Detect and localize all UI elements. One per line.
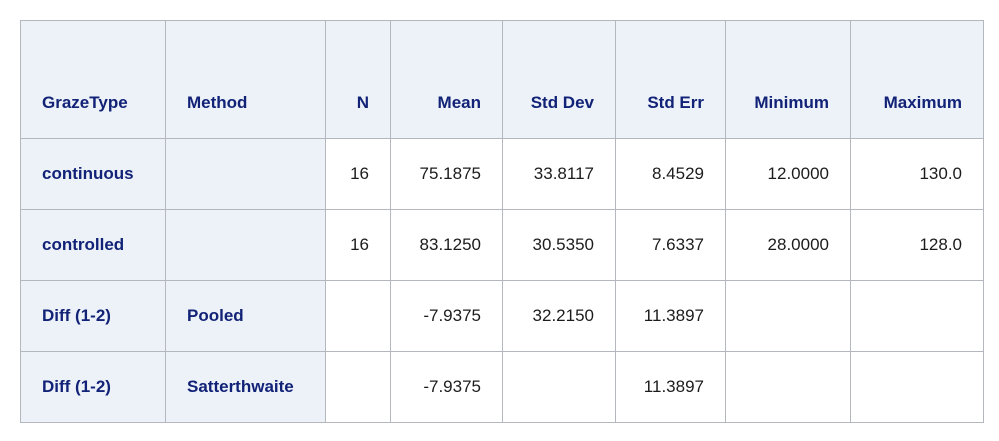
col-header-minimum: Minimum bbox=[725, 20, 851, 139]
cell-n bbox=[325, 280, 391, 352]
cell-maximum: 128.0 bbox=[850, 209, 984, 281]
table-row: Diff (1-2) Satterthwaite -7.9375 11.3897 bbox=[20, 351, 984, 423]
table-row: continuous 16 75.1875 33.8117 8.4529 12.… bbox=[20, 138, 984, 210]
cell-method: Satterthwaite bbox=[165, 351, 326, 423]
cell-method: Pooled bbox=[165, 280, 326, 352]
cell-mean: 75.1875 bbox=[390, 138, 503, 210]
col-header-std-dev: Std Dev bbox=[502, 20, 616, 139]
cell-grazetype: Diff (1-2) bbox=[20, 351, 166, 423]
cell-grazetype: Diff (1-2) bbox=[20, 280, 166, 352]
cell-std-err: 11.3897 bbox=[615, 280, 726, 352]
cell-n: 16 bbox=[325, 138, 391, 210]
cell-std-err: 8.4529 bbox=[615, 138, 726, 210]
cell-std-err: 11.3897 bbox=[615, 351, 726, 423]
col-header-method: Method bbox=[165, 20, 326, 139]
statistics-table: GrazeType Method N Mean Std Dev Std Err … bbox=[20, 20, 984, 423]
cell-grazetype: continuous bbox=[20, 138, 166, 210]
cell-std-dev: 32.2150 bbox=[502, 280, 616, 352]
cell-mean: 83.1250 bbox=[390, 209, 503, 281]
col-header-std-err: Std Err bbox=[615, 20, 726, 139]
cell-std-dev: 30.5350 bbox=[502, 209, 616, 281]
cell-n: 16 bbox=[325, 209, 391, 281]
cell-minimum: 28.0000 bbox=[725, 209, 851, 281]
col-header-mean: Mean bbox=[390, 20, 503, 139]
col-header-maximum: Maximum bbox=[850, 20, 984, 139]
cell-minimum bbox=[725, 351, 851, 423]
header-row: GrazeType Method N Mean Std Dev Std Err … bbox=[20, 20, 984, 139]
statistics-table-container: GrazeType Method N Mean Std Dev Std Err … bbox=[20, 20, 984, 423]
table-row: Diff (1-2) Pooled -7.9375 32.2150 11.389… bbox=[20, 280, 984, 352]
cell-std-dev: 33.8117 bbox=[502, 138, 616, 210]
cell-std-err: 7.6337 bbox=[615, 209, 726, 281]
cell-maximum bbox=[850, 351, 984, 423]
cell-mean: -7.9375 bbox=[390, 280, 503, 352]
cell-grazetype: controlled bbox=[20, 209, 166, 281]
table-row: controlled 16 83.1250 30.5350 7.6337 28.… bbox=[20, 209, 984, 281]
cell-maximum bbox=[850, 280, 984, 352]
col-header-n: N bbox=[325, 20, 391, 139]
cell-mean: -7.9375 bbox=[390, 351, 503, 423]
cell-method bbox=[165, 209, 326, 281]
cell-std-dev bbox=[502, 351, 616, 423]
cell-minimum: 12.0000 bbox=[725, 138, 851, 210]
cell-n bbox=[325, 351, 391, 423]
cell-method bbox=[165, 138, 326, 210]
col-header-grazetype: GrazeType bbox=[20, 20, 166, 139]
cell-minimum bbox=[725, 280, 851, 352]
cell-maximum: 130.0 bbox=[850, 138, 984, 210]
